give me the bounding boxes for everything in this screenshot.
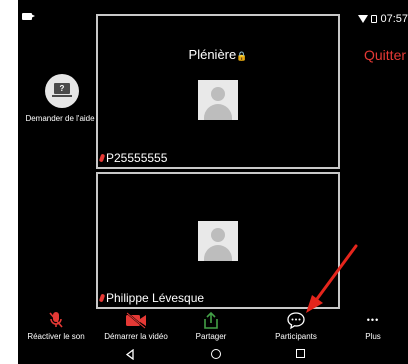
ask-for-help-button[interactable]: ? Demander de l'aide <box>25 74 98 123</box>
mic-muted-icon <box>98 293 106 303</box>
recents-icon[interactable] <box>296 349 305 358</box>
home-icon[interactable] <box>211 349 221 359</box>
lock-icon <box>371 15 378 23</box>
avatar <box>198 221 238 261</box>
quit-button[interactable]: Quitter <box>364 47 406 63</box>
chat-bubble-icon <box>286 310 306 330</box>
back-icon[interactable] <box>125 349 135 360</box>
avatar <box>198 80 238 120</box>
video-off-icon <box>124 310 148 330</box>
start-video-button[interactable]: Démarrer la vidéo <box>96 310 176 341</box>
video-tile[interactable]: Plénière🔒 P25555555 <box>96 14 340 169</box>
meeting-title: Plénière🔒 <box>188 47 248 62</box>
camera-status-icon <box>22 13 35 20</box>
status-right: 07:57 <box>358 13 408 25</box>
more-button[interactable]: ••• Plus <box>358 310 388 341</box>
wifi-icon <box>358 15 369 23</box>
unmute-button[interactable]: Réactiver le son <box>21 310 91 341</box>
share-icon <box>201 310 221 330</box>
participants-button[interactable]: Participants <box>266 310 326 341</box>
mic-muted-icon <box>46 310 66 330</box>
video-tile[interactable]: Philippe Lévesque <box>96 172 340 309</box>
phone-screen: 07:57 Quitter ? Demander de l'aide Pléni… <box>18 0 408 364</box>
more-icon: ••• <box>366 315 380 325</box>
help-label: Demander de l'aide <box>25 114 95 123</box>
meeting-toolbar: Réactiver le son Démarrer la vidéo Parta… <box>18 310 408 346</box>
participant-name: P25555555 <box>98 151 167 165</box>
status-time: 07:57 <box>380 13 408 25</box>
lock-icon: 🔒 <box>236 51 248 61</box>
participant-name: Philippe Lévesque <box>98 291 204 305</box>
android-nav-bar <box>18 346 408 364</box>
share-button[interactable]: Partager <box>191 310 231 341</box>
mic-muted-icon <box>98 153 106 163</box>
help-laptop-icon: ? <box>45 74 79 108</box>
